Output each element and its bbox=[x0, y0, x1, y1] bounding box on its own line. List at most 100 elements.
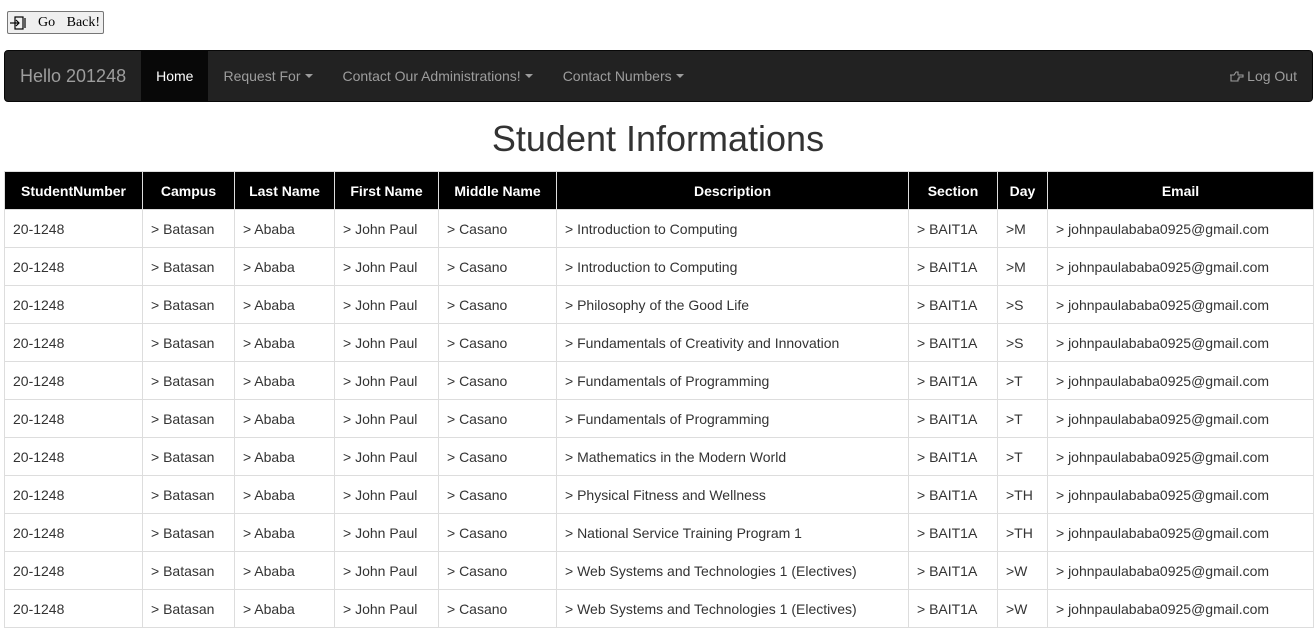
table-cell: > johnpaulababa0925@gmail.com bbox=[1047, 437, 1314, 476]
table-cell: > Casano bbox=[438, 551, 557, 590]
table-cell: >W bbox=[997, 551, 1048, 590]
table-cell: > John Paul bbox=[334, 361, 439, 400]
table-cell: > Mathematics in the Modern World bbox=[556, 437, 909, 476]
logout-link[interactable]: Log Out bbox=[1214, 51, 1312, 101]
nav-item-home[interactable]: Home bbox=[141, 51, 209, 101]
table-cell: > BAIT1A bbox=[908, 589, 998, 628]
table-cell: > BAIT1A bbox=[908, 361, 998, 400]
column-header: Last Name bbox=[234, 171, 335, 210]
table-cell: 20-1248 bbox=[4, 323, 143, 362]
table-cell: 20-1248 bbox=[4, 399, 143, 438]
table-cell: > Ababa bbox=[234, 399, 335, 438]
logout-label: Log Out bbox=[1247, 68, 1297, 84]
table-cell: > johnpaulababa0925@gmail.com bbox=[1047, 475, 1314, 514]
caret-down-icon bbox=[304, 74, 313, 78]
table-cell: > John Paul bbox=[334, 475, 439, 514]
table-cell: 20-1248 bbox=[4, 247, 143, 286]
table-cell: >W bbox=[997, 589, 1048, 628]
hand-point-right-icon bbox=[1230, 70, 1244, 82]
table-cell: > johnpaulababa0925@gmail.com bbox=[1047, 589, 1314, 628]
table-cell: >T bbox=[997, 361, 1048, 400]
column-header: Section bbox=[908, 171, 998, 210]
table-cell: > John Paul bbox=[334, 323, 439, 362]
column-header: Campus bbox=[142, 171, 235, 210]
table-cell: > John Paul bbox=[334, 247, 439, 286]
table-cell: > John Paul bbox=[334, 209, 439, 248]
table-cell: > Introduction to Computing bbox=[556, 247, 909, 286]
column-header: StudentNumber bbox=[4, 171, 143, 210]
student-info-table: StudentNumber Campus Last Name First Name Mi… bbox=[4, 171, 1314, 628]
table-cell: > Casano bbox=[438, 437, 557, 476]
table-cell: > Ababa bbox=[234, 589, 335, 628]
table-cell: > BAIT1A bbox=[908, 475, 998, 514]
table-cell: > Batasan bbox=[142, 285, 235, 324]
table-cell: > National Service Training Program 1 bbox=[556, 513, 909, 552]
table-cell: > John Paul bbox=[334, 551, 439, 590]
table-cell: > Batasan bbox=[142, 247, 235, 286]
table-cell: 20-1248 bbox=[4, 589, 143, 628]
table-cell: 20-1248 bbox=[4, 285, 143, 324]
table-cell: > Casano bbox=[438, 209, 557, 248]
table-cell: > BAIT1A bbox=[908, 209, 998, 248]
table-row: 20-1248 > Batasan > Ababa > John Paul > Casa… bbox=[4, 589, 1314, 628]
table-cell: > Physical Fitness and Wellness bbox=[556, 475, 909, 514]
table-row: 20-1248 > Batasan > Ababa > John Paul > Casa… bbox=[4, 399, 1314, 438]
nav-item-contact-administrations-label: Contact Our Administrations! bbox=[342, 68, 521, 84]
table-cell: > BAIT1A bbox=[908, 247, 998, 286]
table-cell: > johnpaulababa0925@gmail.com bbox=[1047, 399, 1314, 438]
table-cell: > BAIT1A bbox=[908, 513, 998, 552]
table-cell: > Ababa bbox=[234, 437, 335, 476]
table-cell: > Fundamentals of Programming bbox=[556, 361, 909, 400]
table-cell: > Ababa bbox=[234, 513, 335, 552]
table-row: 20-1248 > Batasan > Ababa > John Paul > Casa… bbox=[4, 437, 1314, 476]
table-cell: > Casano bbox=[438, 475, 557, 514]
table-cell: > John Paul bbox=[334, 589, 439, 628]
table-row: 20-1248 > Batasan > Ababa > John Paul > Casa… bbox=[4, 551, 1314, 590]
table-cell: > Casano bbox=[438, 285, 557, 324]
table-cell: > Casano bbox=[438, 323, 557, 362]
table-cell: > Ababa bbox=[234, 209, 335, 248]
table-cell: > johnpaulababa0925@gmail.com bbox=[1047, 361, 1314, 400]
table-cell: > Batasan bbox=[142, 323, 235, 362]
nav-item-home-label: Home bbox=[156, 68, 194, 84]
table-cell: > Fundamentals of Creativity and Innovat… bbox=[556, 323, 909, 362]
table-row: 20-1248 > Batasan > Ababa > John Paul > Casa… bbox=[4, 323, 1314, 362]
table-cell: > BAIT1A bbox=[908, 437, 998, 476]
table-cell: > John Paul bbox=[334, 399, 439, 438]
nav-item-contact-administrations[interactable]: Contact Our Administrations! bbox=[328, 51, 548, 101]
table-cell: > Batasan bbox=[142, 551, 235, 590]
column-header: Email bbox=[1047, 171, 1314, 210]
table-cell: > Philosophy of the Good Life bbox=[556, 285, 909, 324]
go-back-label: Go Back! bbox=[38, 14, 101, 30]
table-cell: > Ababa bbox=[234, 475, 335, 514]
table-cell: > Ababa bbox=[234, 551, 335, 590]
table-cell: > Casano bbox=[438, 513, 557, 552]
table-cell: 20-1248 bbox=[4, 513, 143, 552]
go-back-button[interactable]: Go Back! bbox=[7, 11, 104, 34]
column-header: Day bbox=[997, 171, 1048, 210]
table-cell: > johnpaulababa0925@gmail.com bbox=[1047, 209, 1314, 248]
navbar-brand[interactable]: Hello 201248 bbox=[5, 51, 141, 101]
table-cell: > Ababa bbox=[234, 323, 335, 362]
table-row: 20-1248 > Batasan > Ababa > John Paul > Casa… bbox=[4, 247, 1314, 286]
page-title: Student Informations bbox=[491, 118, 825, 159]
table-cell: > Ababa bbox=[234, 247, 335, 286]
table-cell: > BAIT1A bbox=[908, 551, 998, 590]
table-cell: > johnpaulababa0925@gmail.com bbox=[1047, 247, 1314, 286]
table-cell: >S bbox=[997, 323, 1048, 362]
table-cell: > Batasan bbox=[142, 209, 235, 248]
table-cell: >TH bbox=[997, 513, 1048, 552]
table-row: 20-1248 > Batasan > Ababa > John Paul > Casa… bbox=[4, 209, 1314, 248]
table-cell: > Ababa bbox=[234, 361, 335, 400]
table-cell: > BAIT1A bbox=[908, 323, 998, 362]
table-cell: >M bbox=[997, 247, 1048, 286]
nav-item-contact-numbers[interactable]: Contact Numbers bbox=[548, 51, 699, 101]
table-cell: > Casano bbox=[438, 399, 557, 438]
caret-down-icon bbox=[675, 74, 684, 78]
table-cell: > BAIT1A bbox=[908, 285, 998, 324]
table-row: 20-1248 > Batasan > Ababa > John Paul > Casa… bbox=[4, 475, 1314, 514]
nav-item-request-for[interactable]: Request For bbox=[208, 51, 327, 101]
column-header: Middle Name bbox=[438, 171, 557, 210]
table-body: 20-1248 > Batasan > Ababa > John Paul > Casa… bbox=[4, 209, 1314, 628]
table-cell: > johnpaulababa0925@gmail.com bbox=[1047, 513, 1314, 552]
